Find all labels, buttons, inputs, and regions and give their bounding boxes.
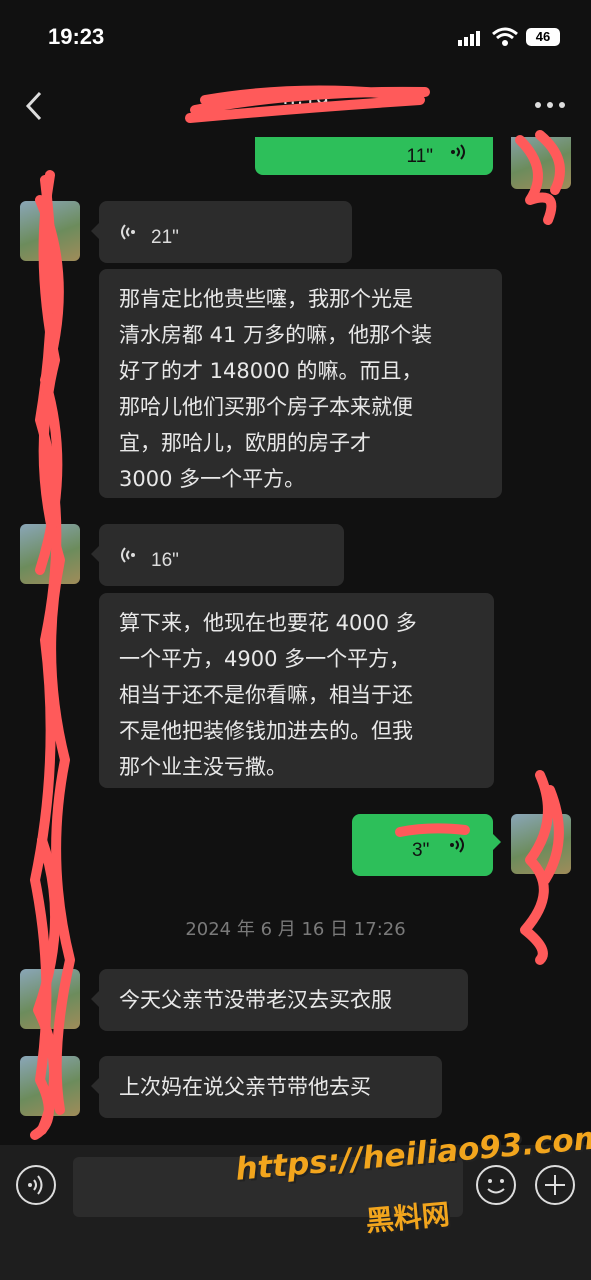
wifi-icon: [492, 27, 518, 46]
chat-title: ···19: [281, 89, 329, 114]
incoming-voice-message[interactable]: 16": [91, 524, 344, 586]
contact-avatar[interactable]: [20, 1056, 80, 1116]
status-time: 19:23: [48, 24, 105, 49]
incoming-text-message[interactable]: 今天父亲节没带老汉去买衣服: [91, 969, 468, 1031]
message-text: 算下来，他现在也要花 4000 多 一个平方，4900 多一个平方， 相当于还不…: [119, 611, 417, 779]
voice-input-icon: [28, 1175, 43, 1195]
battery-indicator: 46: [526, 28, 560, 46]
chat-area[interactable]: 11" 21" 那肯定比他贵些噻，我那个光是 清水房都 41 万多的嘛，他那个装…: [0, 137, 591, 1145]
my-avatar[interactable]: [511, 814, 571, 874]
watermark-name: 黑料网: [364, 1197, 452, 1238]
voice-wave-icon: [451, 144, 465, 160]
incoming-text-message[interactable]: 上次妈在说父亲节带他去买: [91, 1056, 442, 1118]
incoming-text-message[interactable]: 那肯定比他贵些噻，我那个光是 清水房都 41 万多的嘛，他那个装 好了的才 14…: [99, 269, 502, 498]
status-bar: 19:23 46: [0, 0, 591, 75]
incoming-voice-message[interactable]: 21": [91, 201, 352, 263]
voice-input-button[interactable]: [16, 1165, 56, 1205]
voice-wave-icon: [450, 837, 464, 853]
voice-wave-icon: [121, 224, 135, 240]
message-text: 上次妈在说父亲节带他去买: [119, 1075, 371, 1099]
voice-duration: 16": [151, 550, 179, 571]
outgoing-voice-message[interactable]: 3": [352, 814, 501, 876]
voice-duration: 3": [412, 840, 430, 861]
voice-duration: 21": [151, 227, 179, 248]
message-text: 今天父亲节没带老汉去买衣服: [119, 988, 392, 1012]
watermark: https://heiliao93.com 黑料网: [234, 1120, 591, 1242]
timestamp: 2024 年 6 月 16 日 17:26: [185, 919, 406, 940]
contact-avatar[interactable]: [20, 201, 80, 261]
contact-avatar[interactable]: [20, 969, 80, 1029]
outgoing-voice-message[interactable]: 11": [255, 137, 493, 175]
signal-icon: [458, 31, 480, 46]
more-icon[interactable]: [530, 93, 570, 117]
chat-header: ···19: [0, 75, 591, 137]
back-arrow-icon[interactable]: [20, 89, 50, 123]
message-text: 那肯定比他贵些噻，我那个光是 清水房都 41 万多的嘛，他那个装 好了的才 14…: [119, 287, 433, 491]
my-avatar[interactable]: [511, 137, 571, 189]
contact-avatar[interactable]: [20, 524, 80, 584]
voice-wave-icon: [121, 547, 135, 563]
voice-duration: 11": [406, 146, 433, 167]
incoming-text-message[interactable]: 算下来，他现在也要花 4000 多 一个平方，4900 多一个平方， 相当于还不…: [99, 593, 494, 788]
